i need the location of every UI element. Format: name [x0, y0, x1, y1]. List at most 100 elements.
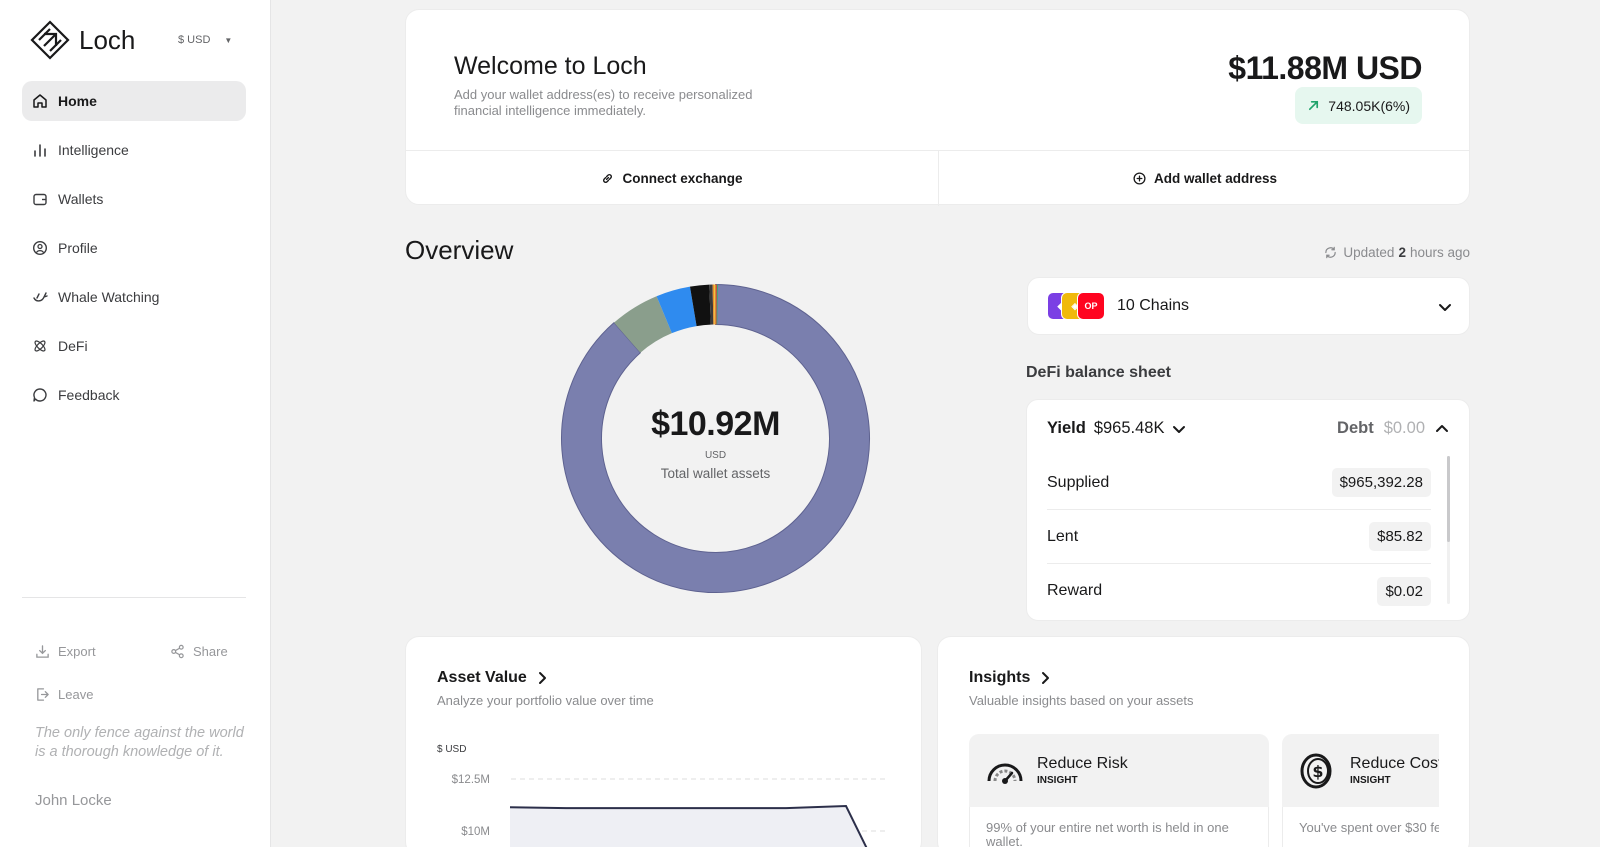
atom-icon — [34, 340, 46, 352]
balance-sheet-scrollbar[interactable] — [1447, 456, 1450, 604]
insight-card-reduce-cost[interactable]: $ Reduce Cost INSIGHT You've spent over … — [1282, 734, 1439, 847]
export-button[interactable]: Export — [35, 644, 96, 659]
updated-prefix: Updated — [1343, 245, 1395, 260]
chevron-down-icon — [1173, 425, 1186, 433]
sidebar-divider — [22, 597, 246, 598]
user-circle-icon — [32, 240, 48, 256]
welcome-title: Welcome to Loch — [454, 52, 647, 80]
debt-label: Debt — [1337, 419, 1374, 437]
connect-exchange-button[interactable]: Connect exchange — [406, 151, 938, 206]
currency-selector[interactable]: $ USD ▼ — [178, 34, 232, 46]
balance-row-value: $965,392.28 — [1331, 468, 1431, 497]
refresh-icon — [1325, 246, 1337, 259]
logout-icon — [37, 688, 49, 701]
insights-carousel[interactable]: Reduce Risk INSIGHT 99% of your entire n… — [969, 637, 1439, 847]
balance-row-value: $0.02 — [1377, 576, 1431, 606]
welcome-card: Welcome to Loch Add your wallet address(… — [405, 9, 1471, 206]
insight-title: Reduce Cost — [1350, 755, 1439, 772]
wallet-icon — [33, 193, 47, 206]
chevron-up-icon — [1436, 424, 1448, 432]
balance-row-reward: Reward $0.02 — [1047, 564, 1431, 618]
sidebar-item-feedback[interactable]: Feedback — [22, 375, 246, 415]
sidebar-item-label: Home — [58, 93, 97, 109]
welcome-subtitle: Add your wallet address(es) to receive p… — [454, 87, 753, 118]
link-icon — [603, 174, 613, 183]
defi-balance-sheet-card: Yield $965.48K Debt $0.00 Supplied $965,… — [1026, 399, 1470, 621]
net-worth-total: $11.88M USD — [1228, 50, 1422, 86]
yield-label: Yield — [1047, 419, 1086, 437]
insights-card: Insights Valuable insights based on your… — [937, 636, 1470, 847]
debt-value: $0.00 — [1383, 419, 1425, 437]
sidebar-item-wallets[interactable]: Wallets — [22, 179, 246, 219]
share-button[interactable]: Share — [170, 644, 228, 659]
scrollbar-thumb[interactable] — [1447, 456, 1450, 542]
insight-title: Reduce Risk — [1037, 755, 1128, 772]
balance-row-lent: Lent $85.82 — [1047, 510, 1431, 564]
donut-center: $10.92M USD Total wallet assets — [560, 405, 871, 481]
asset-value-card: Asset Value Analyze your portfolio value… — [405, 636, 922, 847]
sidebar-quote: The only fence against the world is a th… — [35, 725, 244, 760]
share-icon — [171, 644, 184, 659]
asset-value-chart[interactable]: $ USD $12.5M $10M — [406, 637, 922, 847]
dollar-coin-icon: $ — [1300, 753, 1332, 789]
overview-title: Overview — [405, 235, 514, 265]
balance-row-label: Supplied — [1047, 473, 1110, 491]
sidebar-item-whale-watching[interactable]: Whale Watching — [22, 277, 246, 317]
updated-status[interactable]: Updated 2 hours ago — [1324, 245, 1470, 260]
chains-label: 10 Chains — [1117, 297, 1190, 314]
plus-circle-icon — [1133, 172, 1146, 185]
sidebar-item-label: Intelligence — [58, 142, 129, 158]
optimism-chain-icon: OP — [1077, 292, 1105, 320]
add-wallet-button[interactable]: Add wallet address — [939, 151, 1471, 206]
chart-y-tick-label: $12.5M — [452, 774, 490, 786]
sidebar-item-label: Feedback — [58, 387, 120, 403]
donut-label: Total wallet assets — [660, 466, 771, 481]
updated-suffix: hours ago — [1409, 245, 1470, 260]
share-label: Share — [193, 644, 228, 659]
donut-currency: USD — [704, 450, 727, 461]
sidebar-item-intelligence[interactable]: Intelligence — [22, 130, 246, 170]
updated-hours: 2 — [1398, 245, 1406, 260]
sidebar-item-label: DeFi — [58, 338, 88, 354]
home-icon — [33, 94, 47, 108]
chevron-down-icon — [1439, 304, 1451, 311]
quote-author: John Locke — [35, 792, 112, 809]
chain-icons: ◆ ◈ OP — [1047, 292, 1107, 320]
defi-balance-sheet-title: DeFi balance sheet — [1026, 364, 1171, 381]
connect-exchange-label: Connect exchange — [622, 171, 743, 186]
debt-toggle[interactable]: Debt $0.00 — [1337, 419, 1449, 438]
loch-logo-icon — [30, 20, 70, 60]
download-icon — [36, 645, 49, 658]
chains-dropdown[interactable]: ◆ ◈ OP 10 Chains — [1027, 277, 1470, 335]
balance-row-label: Lent — [1047, 527, 1079, 545]
insight-header: $ Reduce Cost INSIGHT — [1282, 734, 1439, 807]
currency-label: $ USD — [178, 34, 211, 46]
balance-row-label: Reward — [1047, 582, 1103, 599]
leave-button[interactable]: Leave — [35, 687, 93, 702]
yield-value: $965.48K — [1093, 419, 1165, 437]
brand-name: Loch — [79, 24, 136, 55]
sidebar-item-home[interactable]: Home — [22, 81, 246, 121]
caret-down-icon: ▼ — [224, 35, 233, 45]
export-label: Export — [58, 644, 96, 659]
insight-card-reduce-risk[interactable]: Reduce Risk INSIGHT 99% of your entire n… — [969, 734, 1269, 847]
sidebar-item-label: Profile — [58, 240, 98, 256]
bar-chart-icon — [34, 144, 46, 157]
sidebar-item-defi[interactable]: DeFi — [22, 326, 246, 366]
sidebar-item-label: Wallets — [58, 191, 104, 207]
yield-toggle[interactable]: Yield $965.48K — [1047, 419, 1186, 438]
whale-icon — [33, 292, 48, 302]
net-worth-change-value: 748.05K(6%) — [1328, 97, 1410, 114]
speedometer-icon — [987, 763, 1023, 784]
sidebar-item-profile[interactable]: Profile — [22, 228, 246, 268]
chart-currency-label: $ USD — [437, 744, 466, 755]
balance-row-supplied: Supplied $965,392.28 — [1047, 456, 1431, 510]
arrow-up-right-icon — [1309, 100, 1319, 111]
sidebar-item-label: Whale Watching — [58, 289, 160, 305]
brand[interactable]: Loch — [30, 20, 135, 60]
insight-body: 99% of your entire net worth is held in … — [969, 807, 1269, 847]
insight-header: Reduce Risk INSIGHT — [969, 734, 1269, 807]
insight-body: You've spent over $30 fees. The network … — [1282, 807, 1439, 847]
add-wallet-label: Add wallet address — [1153, 171, 1278, 186]
chat-bubble-icon — [33, 388, 47, 402]
